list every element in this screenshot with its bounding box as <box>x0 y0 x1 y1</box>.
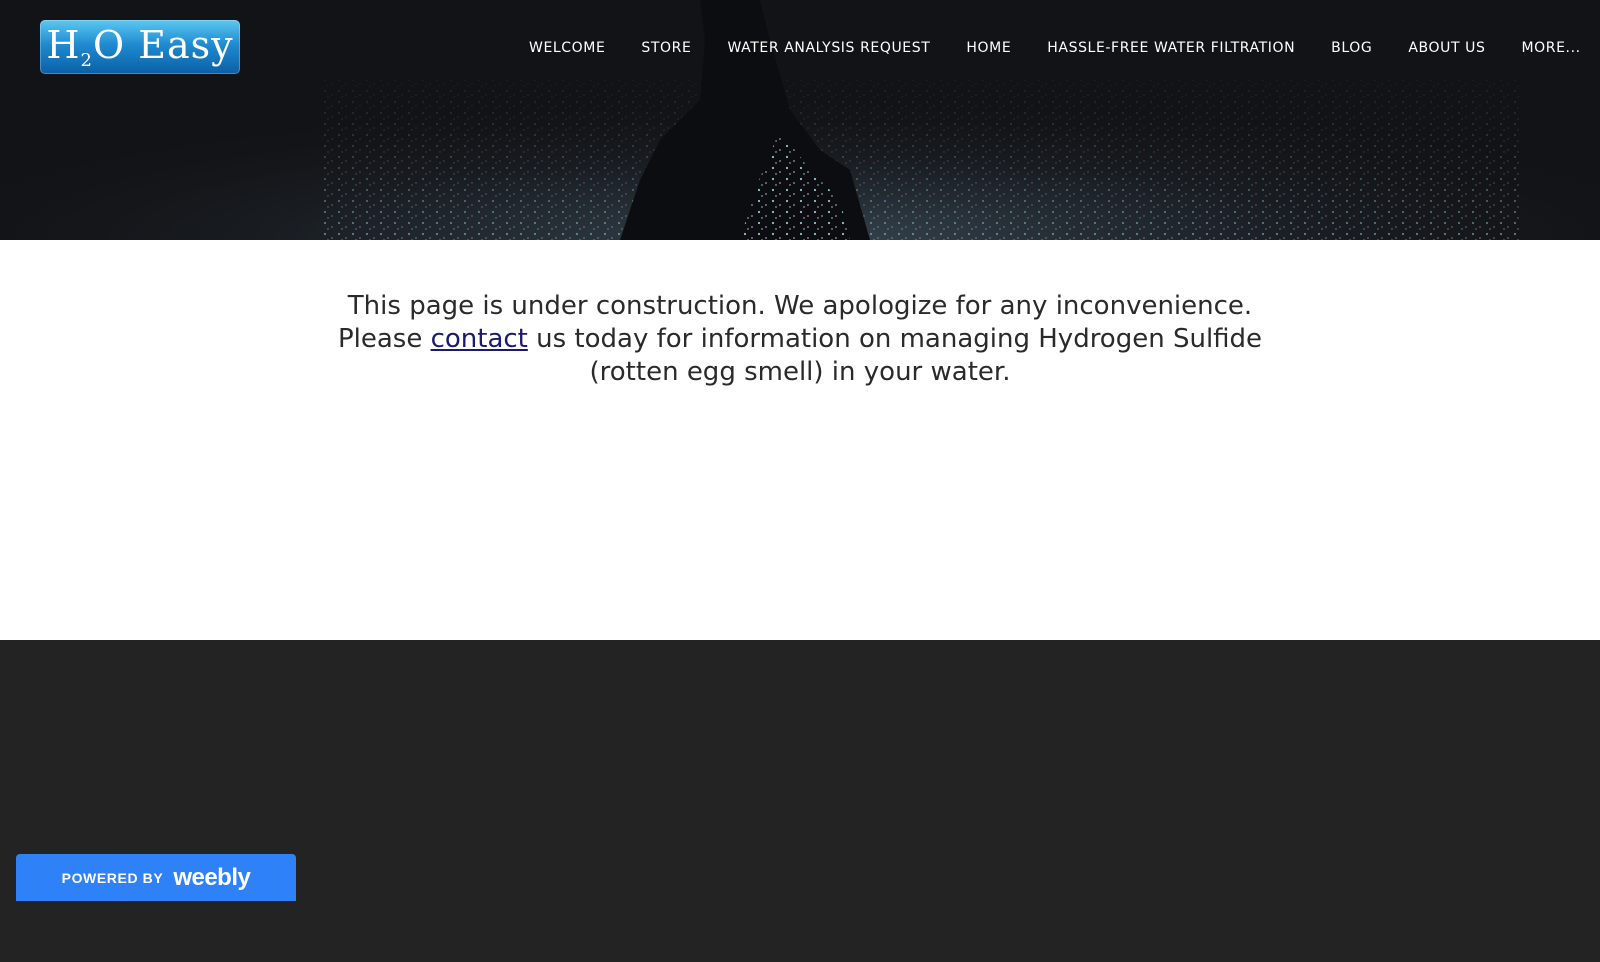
nav-item-water-analysis-request[interactable]: WATER ANALYSIS REQUEST <box>709 38 948 58</box>
header-banner: H2O Easy WELCOME STORE WATER ANALYSIS RE… <box>0 0 1600 240</box>
notice-please: Please <box>337 324 431 354</box>
nav-item-home[interactable]: HOME <box>948 38 1029 58</box>
logo-text: H2O Easy <box>46 23 234 71</box>
weebly-logo: weebly <box>173 863 251 891</box>
nav-item-blog[interactable]: BLOG <box>1313 38 1390 58</box>
notice-line-2-rest: us today for information on managing Hyd… <box>527 324 1263 387</box>
nav-item-store[interactable]: STORE <box>623 38 709 58</box>
nav-item-hassle-free-water-filtration[interactable]: HASSLE-FREE WATER FILTRATION <box>1029 38 1313 58</box>
main-navigation: WELCOME STORE WATER ANALYSIS REQUEST HOM… <box>511 38 1599 58</box>
banner-background-image <box>0 0 1600 240</box>
powered-by-weebly-badge[interactable]: POWERED BY weebly <box>16 854 296 901</box>
main-content: This page is under construction. We apol… <box>0 240 1600 640</box>
construction-notice: This page is under construction. We apol… <box>320 290 1280 389</box>
nav-item-more[interactable]: MORE... <box>1503 38 1598 58</box>
powered-by-label: POWERED BY <box>61 869 164 886</box>
notice-line-1: This page is under construction. We apol… <box>347 291 1253 321</box>
contact-link[interactable]: contact <box>431 324 528 354</box>
footer: POWERED BY weebly <box>0 640 1600 962</box>
site-logo[interactable]: H2O Easy <box>40 20 240 74</box>
nav-item-welcome[interactable]: WELCOME <box>511 38 623 58</box>
nav-item-about-us[interactable]: ABOUT US <box>1390 38 1503 58</box>
